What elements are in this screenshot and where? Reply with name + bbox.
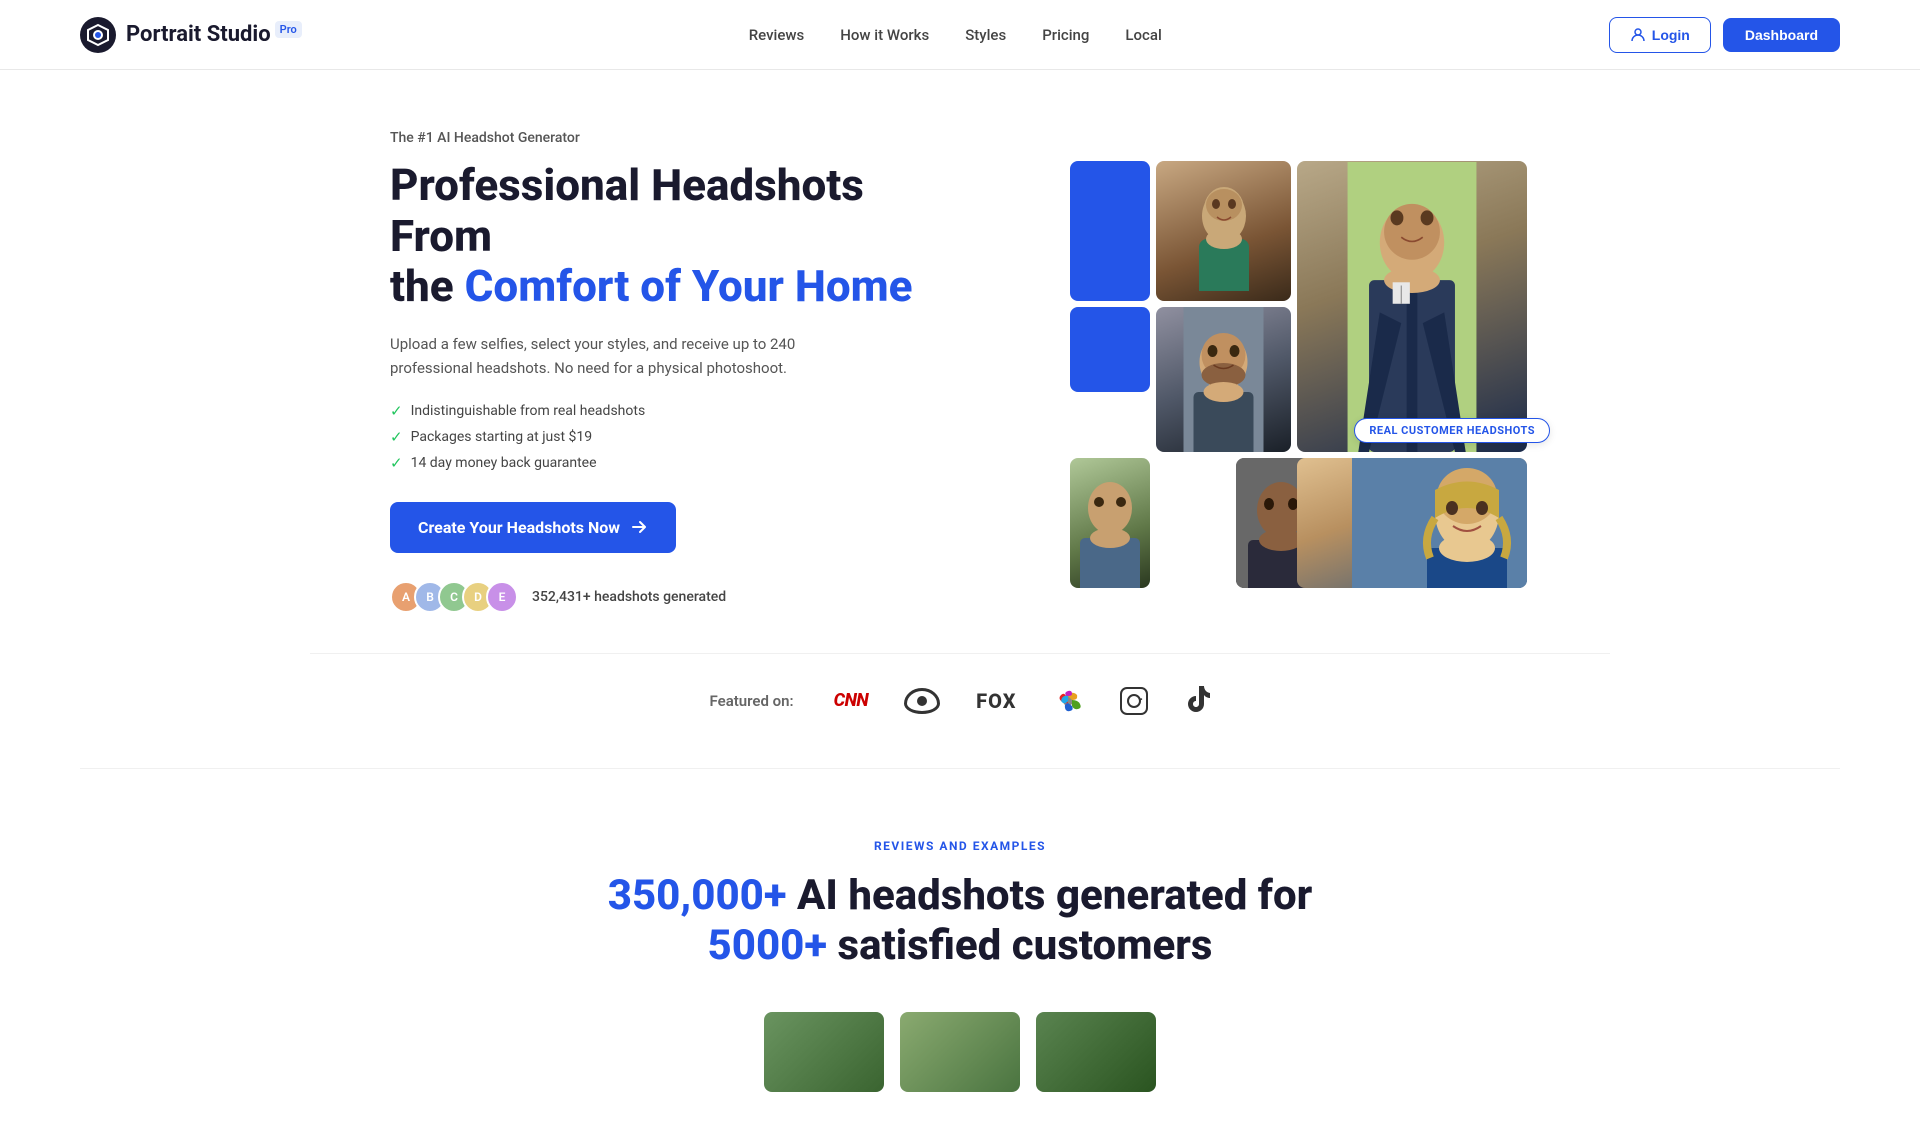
featured-logos: CNN FOX: [834, 684, 1211, 718]
reviews-text-1: AI headshots generated for: [787, 871, 1313, 920]
reviews-count-2: 5000+: [708, 921, 828, 970]
nav-how-it-works[interactable]: How it Works: [840, 26, 929, 44]
featured-section: Featured on: CNN FOX: [310, 653, 1610, 768]
hero-tag: The #1 AI Headshot Generator: [390, 130, 970, 146]
check-text-1: Indistinguishable from real headshots: [411, 403, 646, 419]
reviews-text-2: satisfied customers: [827, 921, 1212, 970]
reviews-count-1: 350,000+: [608, 871, 787, 920]
nav-pricing[interactable]: Pricing: [1042, 26, 1089, 44]
check-icon-1: ✓: [390, 402, 403, 420]
nav-links: Reviews How it Works Styles Pricing Loca…: [749, 26, 1162, 44]
grid-cell-blue-small: [1070, 307, 1150, 392]
check-icon-2: ✓: [390, 428, 403, 446]
featured-label: Featured on:: [710, 692, 794, 710]
reviews-section: REVIEWS AND EXAMPLES 350,000+ AI headsho…: [0, 769, 1920, 1132]
login-button[interactable]: Login: [1609, 17, 1711, 53]
check-text-2: Packages starting at just $19: [411, 429, 593, 445]
cta-button[interactable]: Create Your Headshots Now: [390, 502, 676, 553]
hero-content: The #1 AI Headshot Generator Professiona…: [390, 130, 970, 613]
logo[interactable]: Portrait StudioPro: [80, 17, 302, 53]
reviews-tag: REVIEWS AND EXAMPLES: [80, 839, 1840, 853]
grid-cell-blue-1: [1070, 161, 1150, 301]
proof-text: 352,431+ headshots generated: [532, 589, 726, 605]
check-item-2: ✓ Packages starting at just $19: [390, 428, 970, 446]
nav-reviews[interactable]: Reviews: [749, 26, 805, 44]
cnn-logo: CNN: [834, 690, 869, 711]
nav-actions: Login Dashboard: [1609, 17, 1840, 53]
tiktok-logo: [1184, 684, 1210, 718]
hero-section: The #1 AI Headshot Generator Professiona…: [310, 70, 1610, 653]
cbs-logo: [904, 688, 940, 714]
user-icon: [1630, 27, 1646, 43]
nbc-logo: [1052, 690, 1084, 712]
fox-logo: FOX: [976, 689, 1016, 713]
grid-cell-woman-blonde: [1297, 458, 1527, 588]
real-customer-badge: REAL CUSTOMER HEADSHOTS: [1354, 418, 1550, 443]
avatar-5: E: [486, 581, 518, 613]
hero-title-blue: Comfort of Your Home: [465, 260, 913, 312]
check-text-3: 14 day money back guarantee: [411, 455, 597, 471]
avatar-group: A B C D E: [390, 581, 518, 613]
grid-cell-man-outdoor: [1070, 458, 1150, 588]
reviews-title: 350,000+ AI headshots generated for 5000…: [80, 871, 1840, 972]
dashboard-button[interactable]: Dashboard: [1723, 18, 1840, 52]
logo-text: Portrait StudioPro: [126, 22, 302, 47]
check-item-1: ✓ Indistinguishable from real headshots: [390, 402, 970, 420]
hero-checklist: ✓ Indistinguishable from real headshots …: [390, 402, 970, 472]
check-item-3: ✓ 14 day money back guarantee: [390, 454, 970, 472]
hero-title: Professional Headshots From the Comfort …: [390, 160, 970, 312]
hero-photo-grid: REAL CUSTOMER HEADSHOTS: [1070, 161, 1530, 581]
check-icon-3: ✓: [390, 454, 403, 472]
instagram-logo: [1120, 687, 1148, 715]
hero-description: Upload a few selfies, select your styles…: [390, 332, 850, 380]
grid-cell-man-suit: [1297, 161, 1527, 452]
arrow-right-icon: [630, 518, 648, 536]
grid-cell-woman: [1156, 161, 1291, 301]
grid-cell-man-beard: [1156, 307, 1291, 452]
logo-icon: [80, 17, 116, 53]
nav-styles[interactable]: Styles: [965, 26, 1006, 44]
hero-title-normal: the: [390, 260, 465, 312]
navbar: Portrait StudioPro Reviews How it Works …: [0, 0, 1920, 70]
social-proof: A B C D E 352,431+ headshots generated: [390, 581, 970, 613]
nav-local[interactable]: Local: [1125, 26, 1161, 44]
